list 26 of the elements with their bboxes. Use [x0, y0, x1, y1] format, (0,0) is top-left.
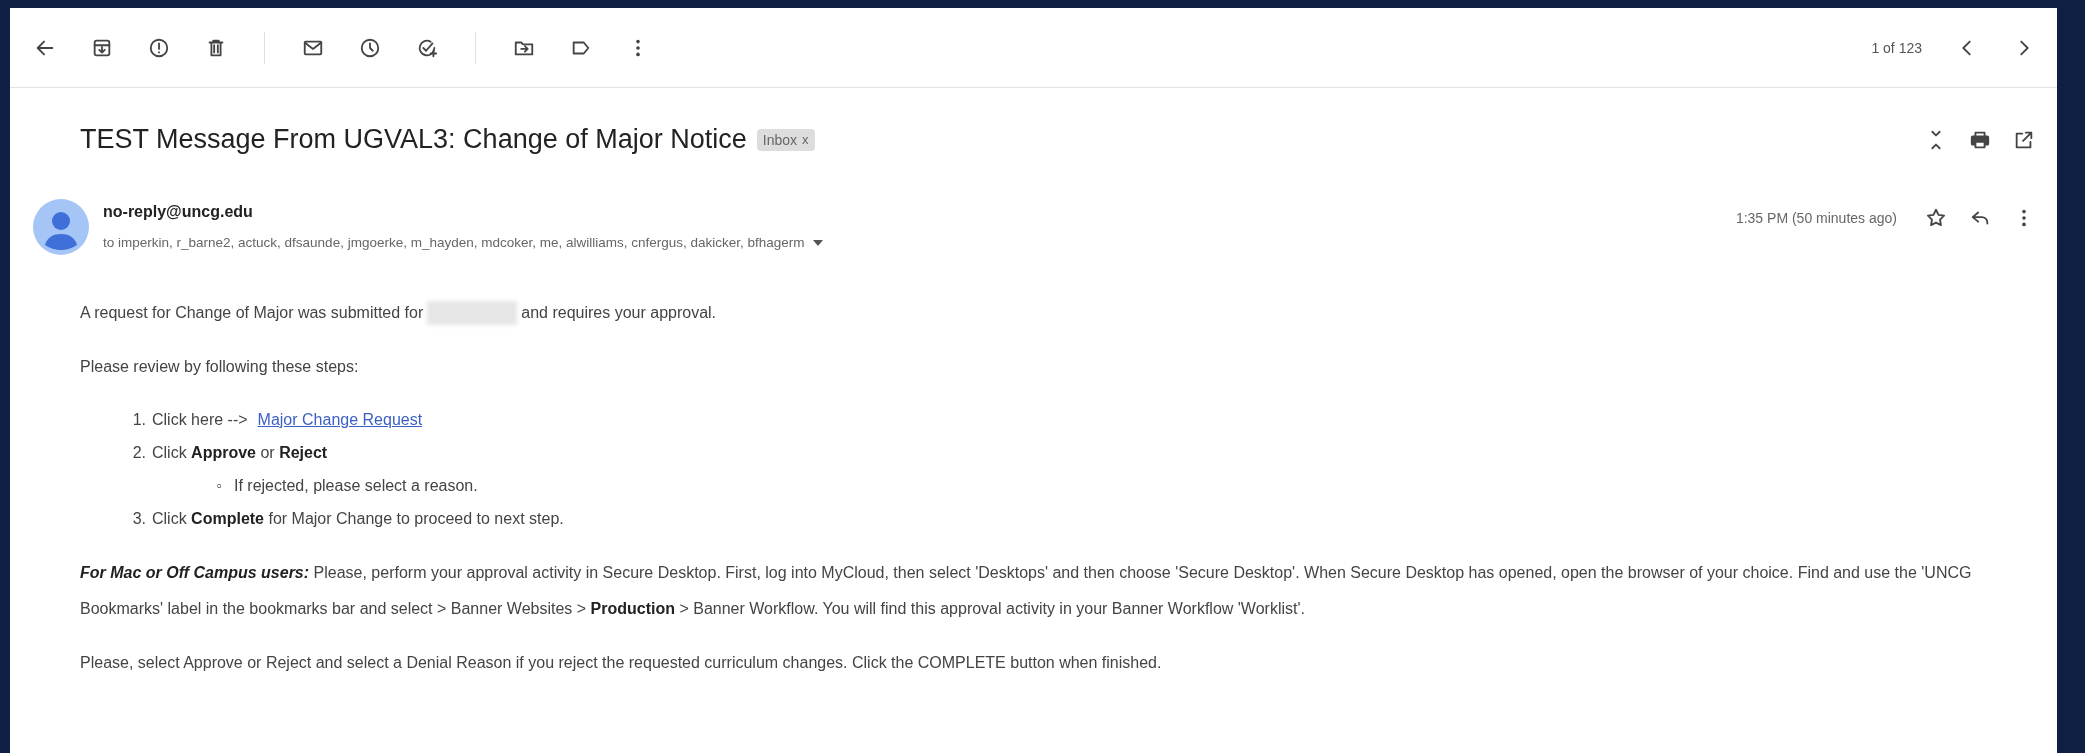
body-text: Please, select Approve or Reject and select a Denial Reason if you reject the requested curriculum changes. Click the COMPLETE button when finished. [80, 653, 1163, 673]
body-text: For Mac or Off Campus users: Please, perform your approval activity in Secure Desktop. First, log into MyCloud, then select 'Desktops' and then choose 'Secure Desktop'. When Secure Desktop has opened, open the browser of your choice. Find and use the 'UNCG Bookmarks' label in the bookmarks bar and select > Banner Websites > Production > Banner Workflow. You will find this approval activity in your Banner Workflow 'Worklist'. [80, 563, 1973, 619]
body-text: Please review by following these steps: [80, 357, 360, 377]
inbox-label: Inbox x [756, 128, 815, 151]
recipients-list: to imperkin, r_barne2, actuck, dfsaunde, jmgoerke, m_hayden, mdcoker, me, alwilliams, cnfergus, dakicker, bfhagerm [103, 235, 805, 250]
step-number: 1. [132, 410, 146, 430]
avatar-icon [33, 199, 89, 255]
pagination-count: 1 of 123 [1871, 39, 1922, 56]
timestamp: 1:35 PM (50 minutes ago) [1735, 210, 1897, 226]
step-text: Click Complete for Major Change to proceed to next step. [152, 509, 564, 529]
step-number: 3. [132, 509, 146, 529]
sender-address: no-reply@uncg.edu [103, 203, 254, 221]
sub-step-text: If rejected, please select a reason. [234, 476, 478, 496]
remove-label-button[interactable]: x [802, 132, 809, 147]
body-text: A request for Change of Major was submitted for [80, 303, 424, 323]
request-link[interactable]: Major Change Request [257, 403, 423, 436]
body-text: and requires your approval. [521, 303, 717, 323]
step-number: 2. [132, 443, 146, 463]
bullet-marker: ◦ [215, 476, 222, 496]
dropdown-icon[interactable] [812, 239, 823, 246]
report-spam-icon[interactable] [148, 36, 170, 59]
clock-icon[interactable] [359, 36, 381, 59]
email-subject: TEST Message From UGVAL3: Change of Major Notice [80, 124, 747, 155]
step-text: Click Approve or Reject [152, 443, 328, 463]
star-icon[interactable] [1925, 207, 1947, 229]
step-text: Click here --> [152, 410, 248, 430]
